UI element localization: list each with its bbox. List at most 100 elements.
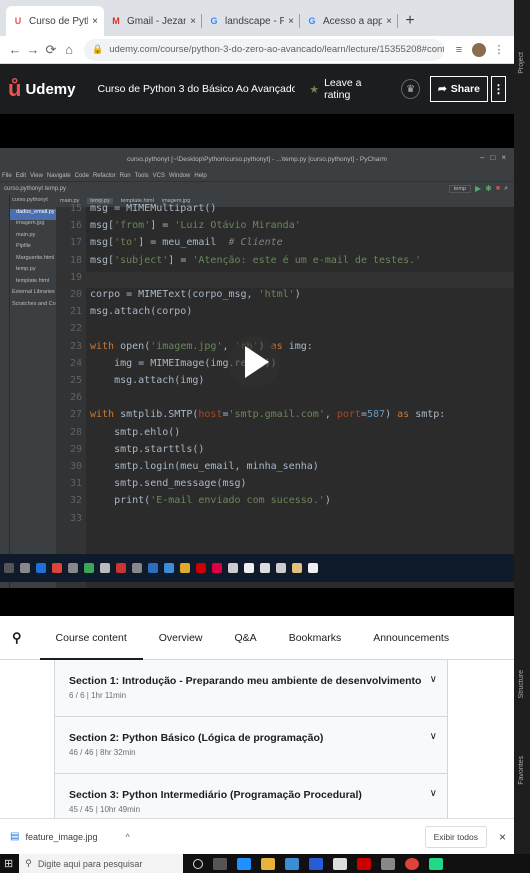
video-taskbar-icon	[308, 563, 318, 573]
video-taskbar-icon	[212, 563, 222, 573]
section-item[interactable]: Section 1: Introdução - Preparando meu a…	[55, 660, 447, 717]
google-icon: G	[308, 16, 316, 26]
video-taskbar-icon	[132, 563, 142, 573]
code-line: msg['subject'] = 'Atenção: este é um e-m…	[90, 254, 422, 266]
more-options-button[interactable]: ⋮	[490, 76, 506, 102]
url-field[interactable]: 🔒 udemy.com/course/python-3-do-zero-ao-a…	[84, 38, 444, 61]
back-arrow-icon[interactable]: ←	[6, 42, 24, 57]
project-tree-item: External Libraries	[12, 289, 55, 295]
course-tab[interactable]: Q&A	[219, 616, 273, 660]
show-all-button[interactable]: Exibir todos	[424, 825, 487, 848]
section-item[interactable]: Section 3: Python Intermediário (Program…	[55, 774, 447, 818]
udemy-header: ů Udemy Curso de Python 3 do Básico Ao A…	[0, 64, 514, 114]
app-icon-2[interactable]	[381, 857, 396, 870]
video-taskbar-icon	[276, 563, 286, 573]
ide-menu-item: File	[2, 172, 12, 179]
side-label-project[interactable]: Project	[518, 52, 525, 74]
window-buttons: – □ ×	[480, 153, 506, 162]
project-tree: curso.pythonyt dados_email.py imagem.jpg ma…	[10, 195, 56, 588]
code-line: with smtplib.SMTP(host='smtp.gmail.com',…	[90, 409, 446, 421]
debug-icon: ✱	[485, 184, 492, 193]
app-icon[interactable]	[333, 857, 348, 870]
side-label-favorites[interactable]: Favorites	[518, 756, 525, 785]
gmail-icon: M	[112, 16, 120, 26]
play-button[interactable]	[228, 336, 280, 388]
course-tab[interactable]: Course content	[39, 616, 143, 660]
video-taskbar-icon	[84, 563, 94, 573]
browser-tab[interactable]: U Curso de Python 3 do ×	[6, 6, 104, 36]
chevron-down-icon[interactable]: ∨	[430, 674, 437, 685]
share-button[interactable]: ➦ Share	[429, 76, 488, 102]
section-item[interactable]: Section 2: Python Básico (Lógica de prog…	[55, 717, 447, 774]
udemy-logo-icon: ů	[8, 76, 22, 101]
run-toolbar: temp ▶ ✱ ■ ⌕	[448, 184, 514, 193]
line-number: 21	[69, 306, 82, 318]
star-icon: ★	[309, 83, 320, 96]
udemy-logo[interactable]: ů Udemy	[8, 76, 75, 102]
close-icon: ×	[501, 153, 506, 162]
leave-rating-button[interactable]: ★ Leave a rating	[309, 77, 385, 101]
side-label-structure[interactable]: Structure	[518, 670, 525, 698]
browser-tab[interactable]: G Acesso a app menos×	[300, 6, 398, 36]
profile-avatar[interactable]	[472, 42, 486, 57]
mail-icon[interactable]	[309, 857, 324, 870]
tab-close-icon[interactable]: ×	[92, 16, 98, 27]
chrome-icon[interactable]	[405, 857, 420, 870]
code-line: corpo = MIMEText(corpo_msg, 'html')	[90, 289, 301, 300]
section-title: Section 3: Python Intermediário (Program…	[69, 789, 362, 801]
run-icon: ▶	[474, 184, 482, 193]
course-tab[interactable]: Overview	[143, 616, 219, 660]
windows-taskbar: ⊞ ⚲ Digite aqui para pesquisar	[0, 854, 530, 873]
video-player[interactable]: curso.pythonyt [~\Desktop\Python\curso.p…	[0, 114, 514, 616]
line-number: 15	[69, 203, 82, 214]
windows-search-icon: ⚲	[25, 858, 32, 868]
pycharm-taskbar-icon[interactable]	[429, 857, 444, 870]
code-line: msg.attach(img)	[90, 375, 205, 386]
ide-menu-item: Code	[74, 172, 89, 179]
line-number: 30	[69, 461, 82, 472]
netflix-icon[interactable]	[357, 857, 372, 870]
tab-close-icon[interactable]: ×	[386, 16, 392, 27]
close-download-icon[interactable]: ×	[499, 830, 506, 844]
chevron-up-icon[interactable]: ^	[126, 832, 130, 842]
course-tab[interactable]: Announcements	[357, 616, 465, 660]
section-title: Section 2: Python Básico (Lógica de prog…	[69, 732, 324, 744]
edge-icon[interactable]	[237, 857, 252, 870]
search-icon[interactable]: ⚲	[12, 630, 22, 646]
file-explorer-icon[interactable]	[261, 857, 276, 870]
forward-arrow-icon[interactable]: →	[24, 42, 42, 57]
extensions-icon[interactable]: ≡	[450, 44, 468, 56]
new-tab-button[interactable]: +	[398, 6, 422, 36]
section-meta: 46 / 46 | 8hr 32min	[69, 748, 136, 757]
windows-start-icon[interactable]: ⊞	[4, 857, 13, 870]
browser-tab[interactable]: M Gmail - Jezanore Nas×	[104, 6, 202, 36]
course-title[interactable]: Curso de Python 3 do Básico Ao Avançado …	[97, 83, 295, 95]
trophy-icon[interactable]: ♛	[401, 79, 420, 99]
menu-icon[interactable]: ⋮	[490, 43, 508, 56]
tab-close-icon[interactable]: ×	[288, 16, 294, 27]
video-taskbar-icon	[292, 563, 302, 573]
line-number: 16	[69, 220, 82, 232]
windows-search-box[interactable]: ⚲ Digite aqui para pesquisar	[19, 854, 184, 873]
course-tab[interactable]: Bookmarks	[273, 616, 358, 660]
home-icon[interactable]: ⌂	[60, 42, 78, 57]
tab-close-icon[interactable]: ×	[190, 16, 196, 27]
reload-icon[interactable]: ⟳	[42, 42, 60, 58]
task-view-icon[interactable]	[213, 857, 228, 870]
code-line: msg = MIMEMultipart()	[90, 203, 217, 214]
cortana-icon[interactable]	[193, 858, 204, 869]
video-taskbar-icon	[4, 563, 14, 573]
browser-tab[interactable]: Glandscape - Pesquisa×	[202, 6, 300, 36]
project-tree-item: main.py	[16, 231, 36, 238]
store-icon[interactable]	[285, 857, 300, 870]
project-tree-item: imagem.jpg	[16, 220, 45, 226]
chevron-down-icon[interactable]: ∨	[430, 731, 437, 742]
chevron-down-icon[interactable]: ∨	[430, 788, 437, 799]
stop-icon: ■	[495, 185, 501, 192]
ide-menu-item: Help	[194, 172, 207, 179]
udemy-icon: U	[14, 16, 22, 26]
download-filename[interactable]: feature_image.jpg	[25, 832, 97, 842]
project-tree-item: curso.pythonyt	[12, 197, 48, 203]
windows-search-placeholder: Digite aqui para pesquisar	[37, 858, 143, 869]
browser-tab-title: Gmail - Jezanore Nas	[127, 15, 187, 27]
